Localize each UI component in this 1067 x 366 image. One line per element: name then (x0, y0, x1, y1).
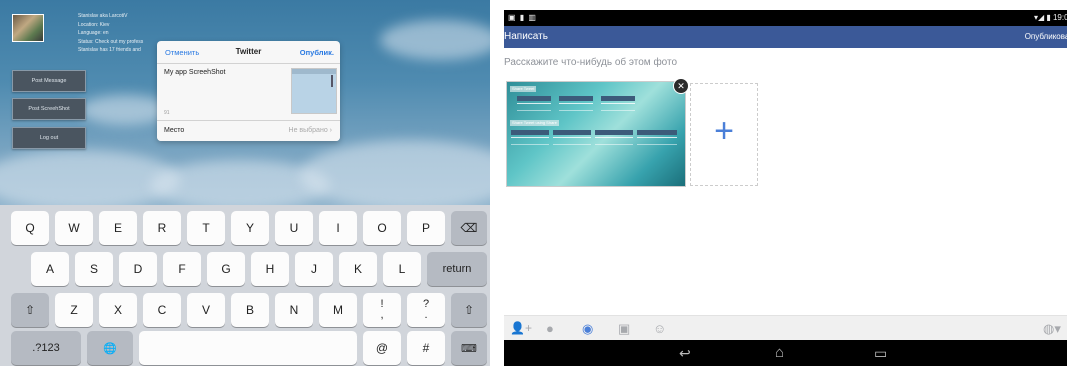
post-button[interactable]: Опублик. (300, 48, 334, 57)
shift-right-icon[interactable]: ⇧ (451, 293, 487, 327)
home-icon[interactable]: ⌂ (775, 344, 784, 361)
log-out-button[interactable]: Log out (12, 127, 86, 149)
page-title: Написать (504, 31, 548, 42)
composer-toolbar: 👤+ ● ◉ ▣ ☺ ◍▾ (504, 315, 1067, 341)
key-c[interactable]: C (143, 293, 181, 327)
sheet-header: Отменить Twitter Опублик. (157, 41, 340, 64)
key-h[interactable]: H (251, 252, 289, 286)
location-label: Место (164, 127, 185, 134)
post-message-button[interactable]: Post Message (12, 70, 86, 92)
numbers-key[interactable]: .?123 (11, 331, 81, 365)
sticker-icon[interactable]: ▣ (618, 321, 630, 337)
android-screen: ▣ ▮ ▥ ▾◢ ▮ 19:08 Написать Опубликовать Р… (504, 10, 1067, 366)
location-pin-icon[interactable]: ● (546, 321, 554, 336)
app-bar: Написать Опубликовать (504, 26, 1067, 48)
publish-button[interactable]: Опубликовать (1025, 32, 1067, 41)
profile-line: Status: Check out my profess (78, 38, 144, 45)
profile-line: Language: en (78, 30, 109, 36)
key-exclam[interactable]: !, (363, 293, 401, 327)
attached-screenshot-thumbnail (291, 68, 337, 114)
shift-left-icon[interactable]: ⇧ (11, 293, 49, 327)
key-u[interactable]: U (275, 211, 313, 245)
key-q[interactable]: Q (11, 211, 49, 245)
profile-info: Stanislav aka LarcotiV Location: Kiev La… (78, 12, 143, 55)
status-right: ▾◢ ▮ 19:08 (1033, 13, 1067, 22)
key-v[interactable]: V (187, 293, 225, 327)
key-g[interactable]: G (207, 252, 245, 286)
key-n[interactable]: N (275, 293, 313, 327)
key-e[interactable]: E (99, 211, 137, 245)
location-value: Не выбрано › (288, 127, 332, 134)
key-question[interactable]: ?. (407, 293, 445, 327)
key-p[interactable]: P (407, 211, 445, 245)
tag-friends-icon[interactable]: 👤+ (510, 321, 532, 335)
app-background: Stanislav aka LarcotiV Location: Kiev La… (0, 0, 490, 205)
notification-icons: ▣ ▮ ▥ (508, 13, 537, 22)
avatar (12, 14, 44, 42)
space-bar[interactable] (139, 331, 357, 365)
key-b[interactable]: B (231, 293, 269, 327)
remove-photo-close-icon[interactable]: ✕ (673, 78, 689, 94)
tweet-text-input[interactable]: My app ScreehShot (164, 69, 225, 76)
key-y[interactable]: Y (231, 211, 269, 245)
key-j[interactable]: J (295, 252, 333, 286)
nav-bar: ↩ ⌂ ▭ (504, 340, 1067, 366)
status-bar: ▣ ▮ ▥ ▾◢ ▮ 19:08 (504, 10, 1067, 26)
add-photo-button[interactable]: + (690, 83, 758, 186)
photo-tag: Share Tweet using Share (510, 120, 559, 126)
plus-icon: + (714, 112, 734, 150)
privacy-globe-icon[interactable]: ◍▾ (1043, 321, 1061, 337)
key-o[interactable]: O (363, 211, 401, 245)
emoji-icon[interactable]: ☺ (653, 321, 666, 336)
key-r[interactable]: R (143, 211, 181, 245)
ipad-screen: Stanislav aka LarcotiV Location: Kiev La… (0, 0, 490, 366)
profile-line: Stanislav has 17 friends and (78, 47, 141, 53)
key-f[interactable]: F (163, 252, 201, 286)
key-hash[interactable]: # (407, 331, 445, 365)
key-l[interactable]: L (383, 252, 421, 286)
globe-icon[interactable]: 🌐 (87, 331, 133, 365)
key-t[interactable]: T (187, 211, 225, 245)
question-bottom: . (424, 309, 428, 321)
hide-keyboard-icon[interactable]: ⌨ (451, 331, 487, 365)
caption-input[interactable]: Расскажите что-нибудь об этом фото (504, 57, 677, 68)
profile-line: Stanislav aka LarcotiV (78, 13, 128, 19)
key-k[interactable]: K (339, 252, 377, 286)
on-screen-keyboard: Q W E R T Y U I O P ⌫ A S D F G H J K L … (0, 205, 490, 366)
exclam-bottom: , (380, 309, 384, 321)
back-icon[interactable]: ↩ (679, 345, 691, 362)
twitter-share-sheet: Отменить Twitter Опублик. My app ScreehS… (157, 41, 340, 141)
key-m[interactable]: M (319, 293, 357, 327)
return-key[interactable]: return (427, 252, 487, 286)
key-i[interactable]: I (319, 211, 357, 245)
camera-icon[interactable]: ◉ (582, 321, 593, 337)
post-screenshot-button[interactable]: Post ScreehShot (12, 98, 86, 120)
key-x[interactable]: X (99, 293, 137, 327)
location-row[interactable]: Место Не выбрано › (157, 120, 340, 141)
key-a[interactable]: A (31, 252, 69, 286)
key-d[interactable]: D (119, 252, 157, 286)
key-w[interactable]: W (55, 211, 93, 245)
backspace-icon[interactable]: ⌫ (451, 211, 487, 245)
profile-line: Location: Kiev (78, 21, 110, 28)
key-s[interactable]: S (75, 252, 113, 286)
photo-tag: Share Tweet (510, 86, 537, 92)
recent-apps-icon[interactable]: ▭ (874, 345, 887, 362)
key-at[interactable]: @ (363, 331, 401, 365)
char-count: 91 (164, 110, 170, 116)
attached-photo[interactable]: Share Tweet Share Tweet using Share (506, 81, 686, 187)
key-z[interactable]: Z (55, 293, 93, 327)
